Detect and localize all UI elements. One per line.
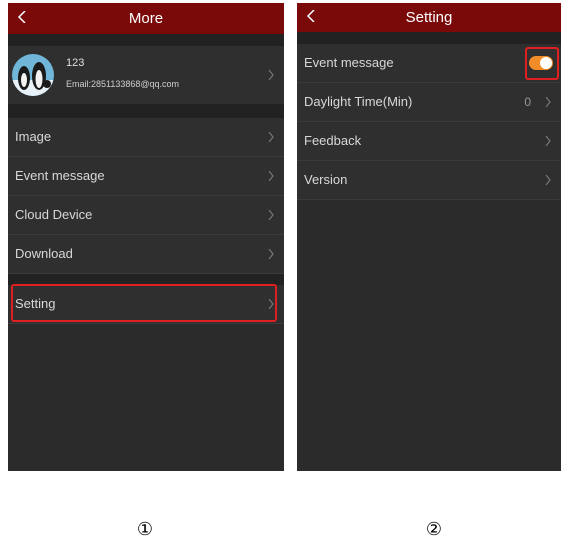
avatar xyxy=(12,54,54,96)
step-caption-2: ② xyxy=(425,519,443,540)
setting-screen: Setting Event message Daylight Time(Min)… xyxy=(297,3,561,471)
menu-item-cloud-device[interactable]: Cloud Device xyxy=(8,196,284,235)
highlight-box xyxy=(525,47,559,80)
menu-item-label: Image xyxy=(15,129,52,144)
setting-item-label: Daylight Time(Min) xyxy=(304,94,413,109)
setting-item-feedback[interactable]: Feedback xyxy=(297,122,561,161)
chevron-right-icon xyxy=(268,210,274,220)
setting-item-label: Event message xyxy=(304,55,394,70)
step-caption-1: ① xyxy=(136,519,154,540)
divider xyxy=(297,32,561,44)
menu-item-label: Event message xyxy=(15,168,105,183)
chevron-right-icon xyxy=(545,97,551,107)
divider xyxy=(8,34,284,46)
chevron-right-icon xyxy=(268,70,274,80)
page-title: More xyxy=(128,10,164,27)
menu-item-label: Download xyxy=(15,246,73,261)
daylight-time-value: 0 xyxy=(524,95,531,109)
title-bar: More xyxy=(8,3,284,34)
page-title: Setting xyxy=(405,9,453,26)
setting-item-daylight-time[interactable]: Daylight Time(Min) 0 xyxy=(297,83,561,122)
setting-item-version[interactable]: Version xyxy=(297,161,561,200)
profile-email: Email:2851133868@qq.com xyxy=(66,79,180,89)
chevron-right-icon xyxy=(268,249,274,259)
chevron-right-icon xyxy=(545,175,551,185)
menu-item-event-message[interactable]: Event message xyxy=(8,157,284,196)
profile-name: 123 xyxy=(66,57,85,69)
title-bar: Setting xyxy=(297,3,561,32)
highlight-box xyxy=(11,284,277,322)
more-screen: More 123 Email:2851133868@qq.com Image E… xyxy=(8,3,284,471)
menu-item-label: Cloud Device xyxy=(15,207,93,222)
menu-item-download[interactable]: Download xyxy=(8,235,284,274)
setting-item-event-message: Event message xyxy=(297,44,561,83)
menu-item-image[interactable]: Image xyxy=(8,118,284,157)
profile-row[interactable]: 123 Email:2851133868@qq.com xyxy=(8,46,284,104)
setting-item-label: Feedback xyxy=(304,133,362,148)
setting-item-label: Version xyxy=(304,172,348,187)
chevron-right-icon xyxy=(545,136,551,146)
chevron-right-icon xyxy=(268,171,274,181)
divider xyxy=(8,104,284,118)
chevron-right-icon xyxy=(268,132,274,142)
